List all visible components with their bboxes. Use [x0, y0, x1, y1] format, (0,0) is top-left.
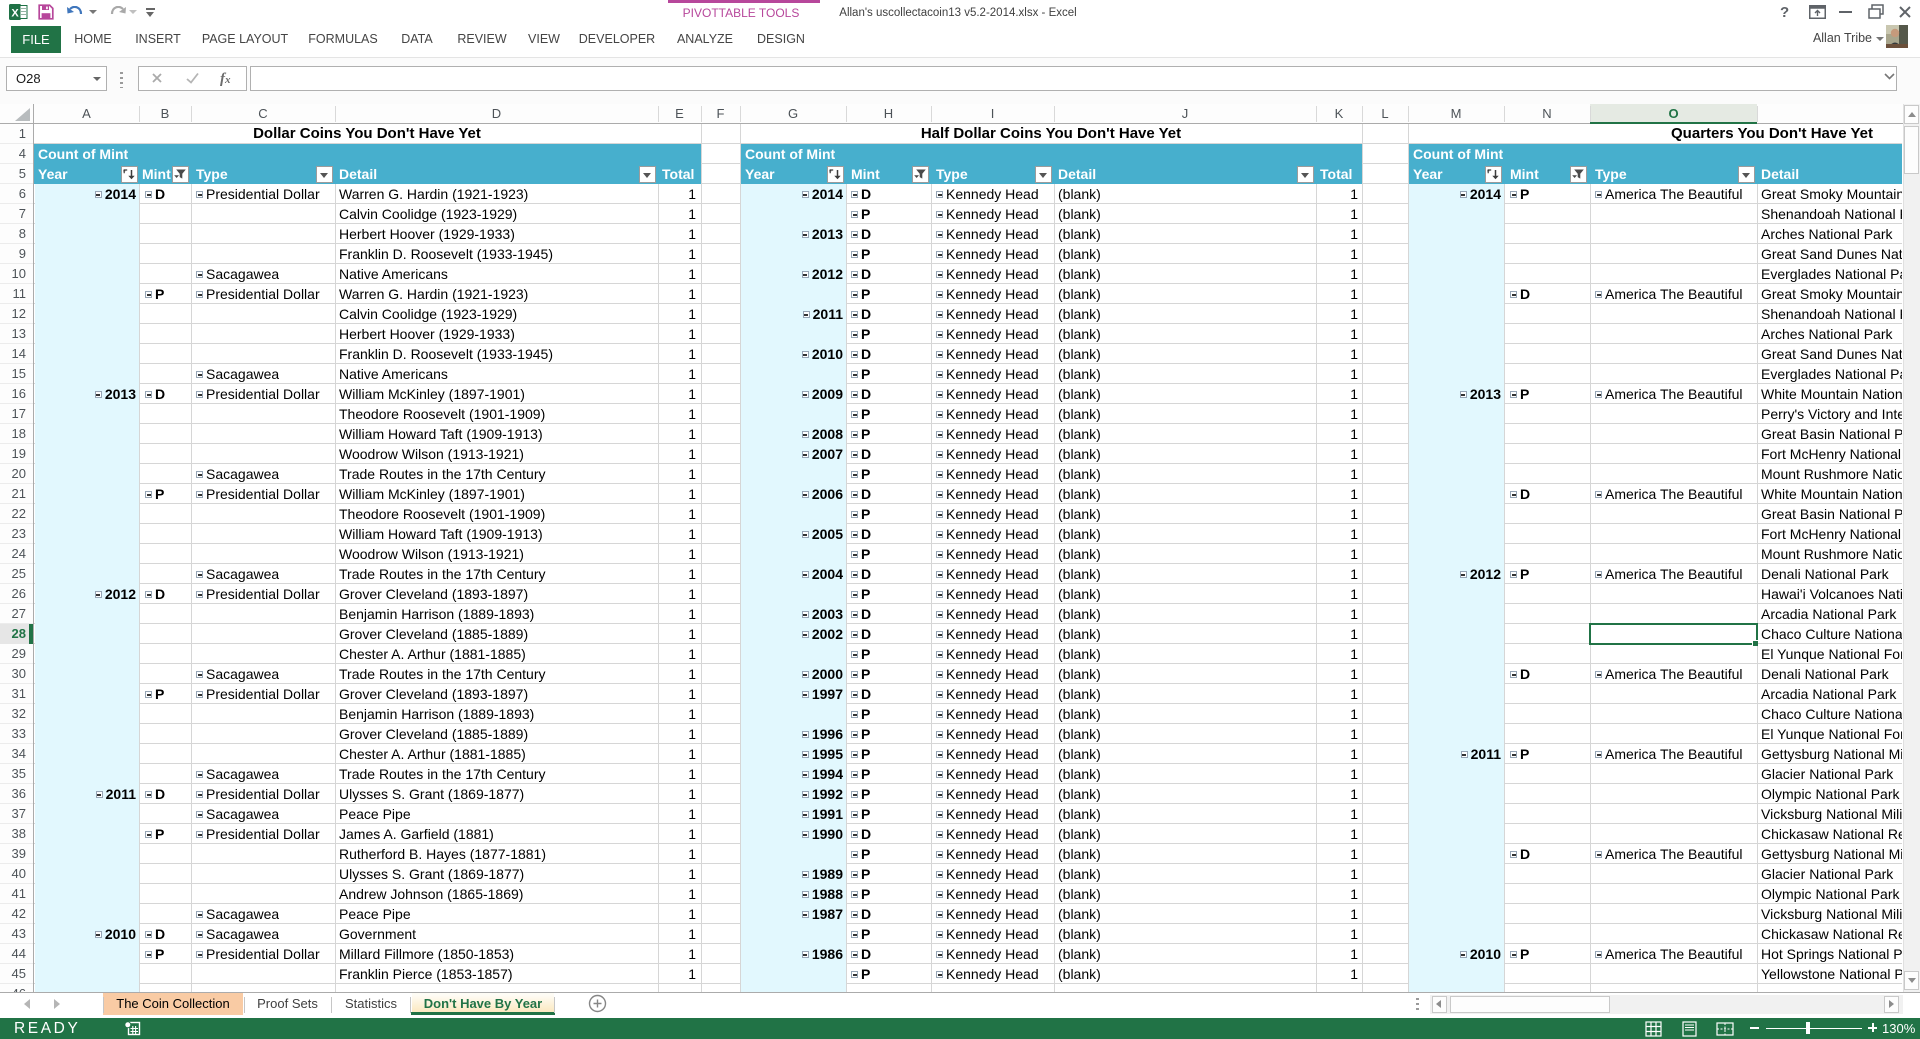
svg-text:X: X [11, 8, 19, 20]
